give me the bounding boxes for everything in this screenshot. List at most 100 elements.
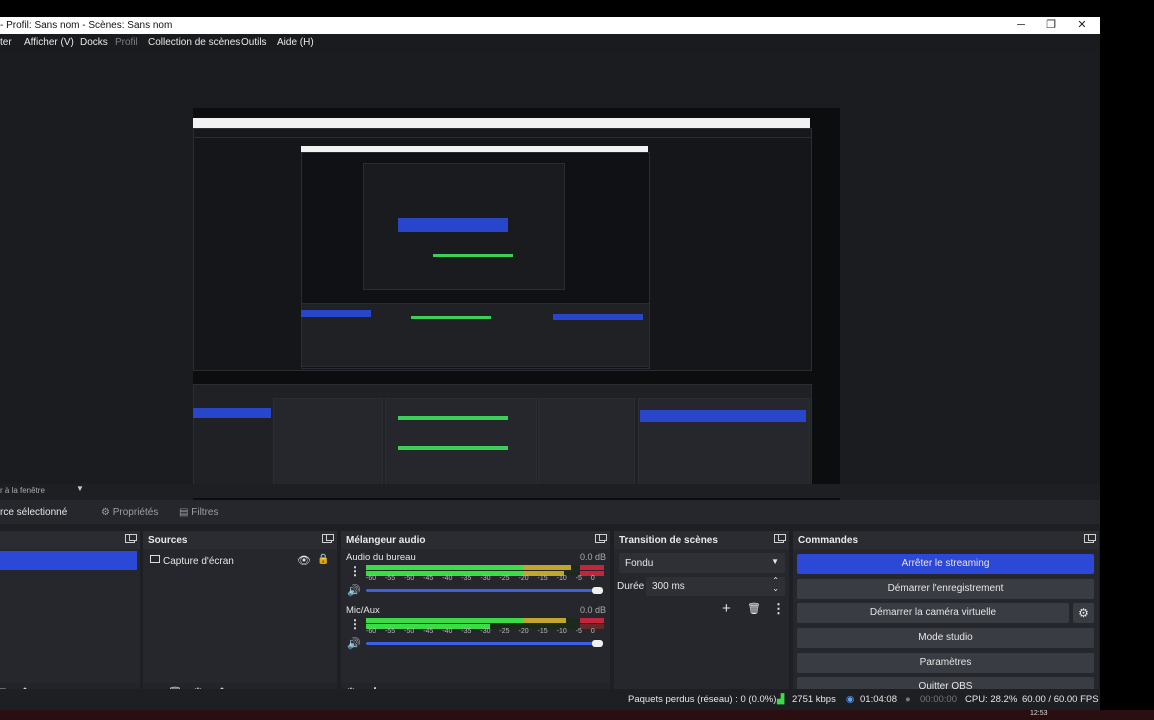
- preview-nested-blue: [398, 218, 508, 232]
- preview-nested-blue-scene: [301, 310, 371, 317]
- settings-button[interactable]: Paramètres: [797, 653, 1094, 673]
- filter-icon: ▤: [179, 507, 189, 518]
- meter-red-zone: [580, 565, 604, 570]
- preview-scene-selected: [193, 408, 271, 418]
- add-icon[interactable]: +: [722, 600, 731, 617]
- mixer-dock-header: Mélangeur audio: [341, 531, 610, 549]
- properties-button[interactable]: ⚙ Propriétés: [101, 504, 158, 521]
- meter-yellow-segment: [523, 618, 566, 623]
- menu-item-docks[interactable]: Docks: [80, 37, 108, 48]
- scene-strip-label: r à la fenêtre: [0, 486, 45, 495]
- gear-icon: ⚙: [101, 507, 110, 518]
- volume-slider[interactable]: [366, 589, 598, 592]
- studio-mode-button[interactable]: Mode studio: [797, 628, 1094, 648]
- dropdown-arrow-icon[interactable]: ▼: [76, 484, 84, 493]
- undock-icon[interactable]: [774, 534, 786, 543]
- transitions-dock-header: Transition de scènes: [614, 531, 789, 549]
- duration-value: 300 ms: [652, 581, 685, 592]
- preview-sources: [273, 398, 383, 490]
- kebab-menu-icon[interactable]: ⋮: [349, 564, 361, 578]
- kebab-menu-icon[interactable]: ⋮: [349, 617, 361, 631]
- start-virtual-camera-button[interactable]: Démarrer la caméra virtuelle: [797, 603, 1069, 623]
- channel-name: Audio du bureau: [346, 552, 416, 563]
- lock-icon[interactable]: 🔒: [317, 554, 329, 565]
- undock-icon[interactable]: [1084, 534, 1096, 543]
- transition-select-value: Fondu: [625, 558, 654, 569]
- preview-meter-1: [398, 416, 508, 420]
- controls-title: Commandes: [798, 535, 859, 546]
- menu-item-tools[interactable]: Outils: [241, 37, 267, 48]
- start-recording-button[interactable]: Démarrer l'enregistrement: [797, 579, 1094, 599]
- scenes-dock: ▢ ⌃ ⌄: [0, 531, 140, 703]
- minimize-icon[interactable]: ─: [1006, 17, 1036, 34]
- obs-window: - Profil: Sans nom - Scènes: Sans nom ─ …: [0, 17, 1100, 710]
- stream-preview[interactable]: [193, 108, 840, 513]
- preview-nested-meter-2: [411, 316, 491, 319]
- kebab-menu-icon[interactable]: ⋮: [772, 601, 785, 617]
- stop-streaming-button[interactable]: Arrêter le streaming: [797, 554, 1094, 574]
- eye-icon[interactable]: 👁: [297, 554, 311, 567]
- volume-slider-knob[interactable]: [592, 640, 603, 647]
- volume-slider[interactable]: [366, 642, 598, 645]
- preview-area: [0, 52, 1100, 513]
- preview-mixer: [385, 398, 537, 490]
- menu-item-scene-collection[interactable]: Collection de scènes: [148, 37, 240, 48]
- channel-db: 0.0 dB: [580, 605, 607, 615]
- level-meter-left: [366, 618, 604, 623]
- scenes-dock-header: [0, 531, 140, 549]
- spin-down-icon[interactable]: ⌄: [772, 584, 779, 593]
- dropdown-arrow-icon: ▼: [771, 557, 779, 566]
- close-icon[interactable]: ✕: [1067, 17, 1097, 34]
- scene-item-selected[interactable]: [0, 551, 137, 570]
- duration-spinbox[interactable]: 300 ms ⌃ ⌄: [646, 576, 785, 596]
- volume-icon[interactable]: 🔊: [347, 584, 361, 597]
- virtual-camera-settings-button[interactable]: ⚙: [1073, 603, 1094, 623]
- trash-icon[interactable]: 🗑: [747, 602, 761, 615]
- menu-item-tools-partial[interactable]: ter: [0, 37, 12, 48]
- status-bar: Paquets perdus (réseau) : 0 (0.0%) ▟ 275…: [0, 689, 1100, 710]
- transitions-dock: Transition de scènes Fondu ▼ Durée 300 m…: [614, 531, 789, 703]
- menu-item-help[interactable]: Aide (H): [277, 37, 314, 48]
- restore-icon[interactable]: ❐: [1036, 17, 1066, 34]
- taskbar-clock: 12:53: [1030, 710, 1048, 717]
- fps: 60.00 / 60.00 FPS: [1022, 694, 1099, 705]
- scene-strip: r à la fenêtre ▼: [0, 484, 1100, 498]
- menu-item-view[interactable]: Afficher (V): [24, 37, 74, 48]
- preview-nested-stream-btn: [553, 314, 643, 320]
- transitions-title: Transition de scènes: [619, 535, 718, 546]
- transition-select[interactable]: Fondu ▼: [619, 553, 785, 573]
- source-item[interactable]: Capture d'écran 👁 🔒: [143, 551, 337, 571]
- controls-dock: Commandes Arrêter le streaming Démarrer …: [793, 531, 1099, 703]
- preview-stop-stream-btn: [640, 410, 806, 422]
- context-bar: rce sélectionné ⚙ Propriétés ▤ Filtres: [0, 500, 1100, 524]
- sources-title: Sources: [148, 535, 188, 546]
- monitor-icon: [150, 555, 160, 563]
- sources-dock: Sources Capture d'écran 👁 🔒 + 🗑 ⚙ ⌃ ⌄: [143, 531, 337, 703]
- title-bar: - Profil: Sans nom - Scènes: Sans nom ─ …: [0, 17, 1100, 34]
- undock-icon[interactable]: [322, 534, 334, 543]
- filters-button[interactable]: ▤ Filtres: [179, 504, 218, 521]
- stream-icon: ◉: [846, 694, 855, 705]
- undock-icon[interactable]: [595, 534, 607, 543]
- duration-label: Durée: [617, 581, 645, 592]
- volume-icon[interactable]: 🔊: [347, 637, 361, 650]
- dropped-frames: Paquets perdus (réseau) : 0 (0.0%): [628, 694, 777, 705]
- signal-icon: ▟: [777, 694, 785, 705]
- preview-nested-meter: [433, 254, 513, 257]
- gear-icon: ⚙: [1078, 606, 1089, 620]
- controls-dock-header: Commandes: [793, 531, 1099, 549]
- meter-red-zone: [580, 618, 604, 623]
- stream-time: 01:04:08: [860, 694, 897, 705]
- menu-bar: ter Afficher (V) Docks Profil Collection…: [0, 34, 1100, 52]
- source-name: Capture d'écran: [163, 556, 234, 567]
- record-time: 00:00:00: [920, 694, 957, 705]
- volume-slider-knob[interactable]: [592, 587, 603, 594]
- menu-item-profile[interactable]: Profil: [115, 37, 138, 48]
- record-icon: ●: [905, 694, 911, 705]
- preview-transitions: [538, 398, 635, 490]
- meter-ticks: -60 -55 -50 -45 -40 -35 -30 -25 -20 -15 …: [366, 628, 595, 635]
- channel-name: Mic/Aux: [346, 605, 380, 616]
- properties-label: Propriétés: [112, 507, 159, 518]
- selected-source-label: rce sélectionné: [0, 507, 68, 518]
- undock-icon[interactable]: [125, 534, 137, 543]
